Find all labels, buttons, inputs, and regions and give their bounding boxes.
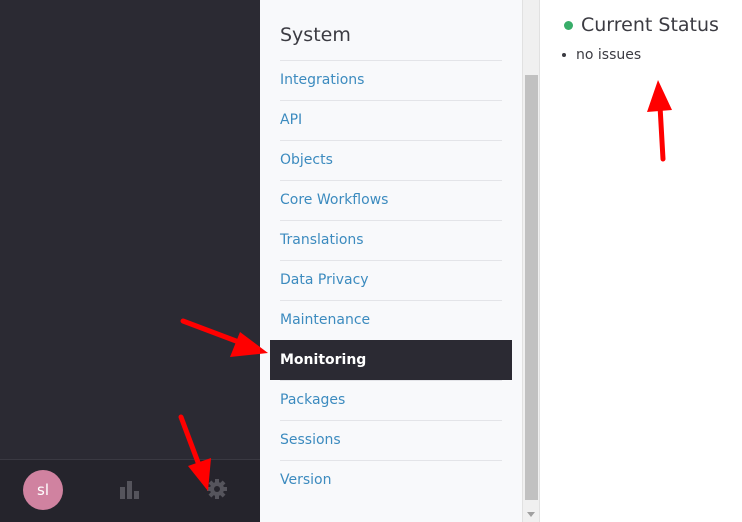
issue-text: no issues: [576, 47, 642, 63]
menu-item-maintenance[interactable]: Maintenance: [280, 300, 502, 340]
page-title: Current Status: [581, 14, 719, 36]
scrollbar-thumb[interactable]: [525, 75, 538, 500]
menu-item-api[interactable]: API: [280, 100, 502, 140]
menu-item-integrations[interactable]: Integrations: [280, 60, 502, 100]
dashboard-icon[interactable]: [118, 478, 140, 500]
settings-menu: System Integrations API Objects Core Wor…: [260, 0, 522, 522]
menu-item-translations[interactable]: Translations: [280, 220, 502, 260]
gear-icon[interactable]: [206, 478, 228, 500]
menu-list: Integrations API Objects Core Workflows …: [270, 60, 512, 500]
avatar[interactable]: sl: [23, 470, 63, 510]
menu-item-objects[interactable]: Objects: [280, 140, 502, 180]
left-navigation: sl: [0, 0, 260, 522]
bullet-icon: [562, 53, 566, 57]
menu-item-sessions[interactable]: Sessions: [280, 420, 502, 460]
status-ok-icon: [564, 21, 573, 30]
menu-item-packages[interactable]: Packages: [280, 380, 502, 420]
list-item: no issues: [562, 46, 641, 64]
menu-item-core-workflows[interactable]: Core Workflows: [280, 180, 502, 220]
menu-scrollbar[interactable]: [522, 0, 540, 522]
scroll-down-arrow-icon[interactable]: [527, 512, 535, 517]
menu-item-data-privacy[interactable]: Data Privacy: [280, 260, 502, 300]
menu-item-monitoring[interactable]: Monitoring: [270, 340, 512, 380]
menu-item-version[interactable]: Version: [280, 460, 502, 500]
menu-title: System: [280, 24, 351, 46]
main-content: Current Status no issues: [540, 0, 742, 522]
nav-footer: sl: [0, 459, 260, 522]
issues-list: no issues: [562, 46, 641, 64]
